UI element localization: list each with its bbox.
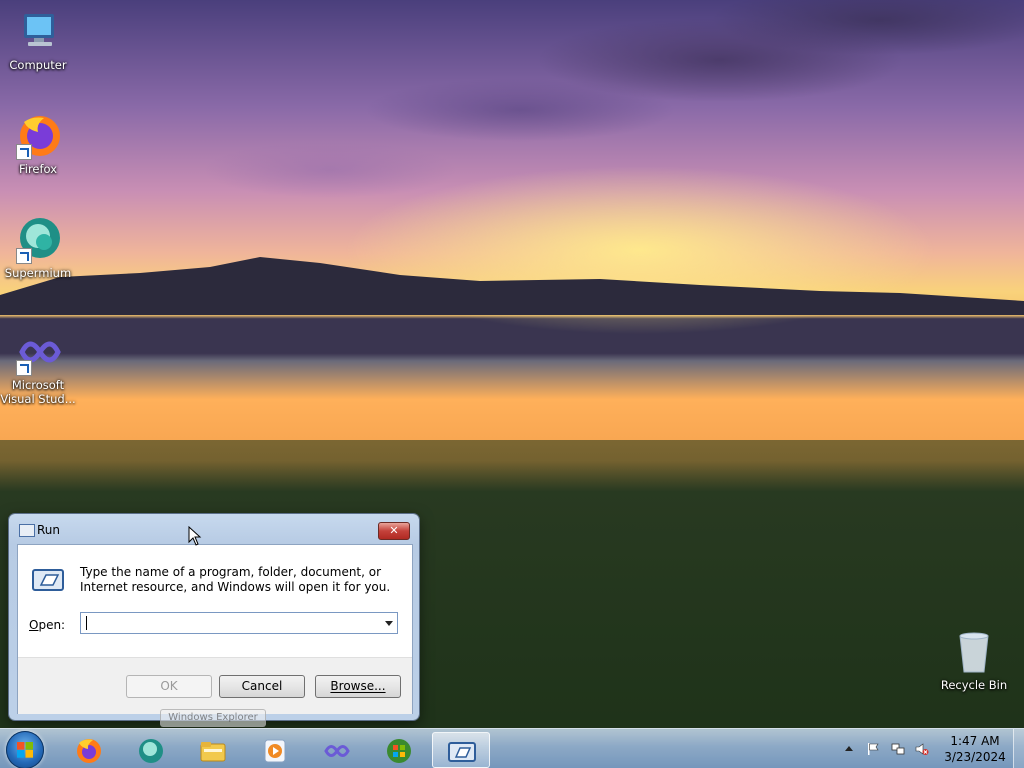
desktop-icon-label: Supermium <box>4 266 72 280</box>
run-dialog: Run ✕ Type the name of a program, folder… <box>9 514 419 720</box>
desktop-icon-supermium[interactable]: Supermium <box>0 216 76 280</box>
shortcut-arrow-icon <box>16 360 32 376</box>
open-label: Open: <box>29 618 65 632</box>
recycle-bin-icon <box>950 630 998 676</box>
desktop-icon-label: Recycle Bin <box>940 678 1008 692</box>
mouse-cursor-icon <box>188 526 202 546</box>
computer-icon <box>14 8 62 56</box>
folder-icon <box>200 742 226 762</box>
run-icon <box>32 567 64 593</box>
taskbar-explorer[interactable] <box>184 732 242 768</box>
desktop-icon-computer[interactable]: Computer <box>0 8 76 72</box>
desktop-icon-recycle-bin[interactable]: Recycle Bin <box>936 630 1012 692</box>
windows-logo-icon <box>387 739 411 763</box>
browse-label: Browse... <box>330 679 386 693</box>
ok-button[interactable]: OK <box>126 675 212 698</box>
taskbar-firefox[interactable] <box>60 732 118 768</box>
browse-button[interactable]: Browse... <box>315 675 401 698</box>
run-icon <box>19 524 35 537</box>
supermium-icon <box>139 739 163 763</box>
action-center-flag-icon[interactable] <box>866 742 880 756</box>
desktop-icon-firefox[interactable]: Firefox <box>0 112 76 176</box>
start-button[interactable] <box>6 731 44 768</box>
clock[interactable]: 1:47 AM 3/23/2024 <box>940 733 1010 765</box>
dialog-title: Run <box>37 523 61 537</box>
cancel-button[interactable]: Cancel <box>219 675 305 698</box>
taskbar-supermium[interactable] <box>122 732 180 768</box>
taskbar: 1:47 AM 3/23/2024 <box>0 728 1024 768</box>
visual-studio-icon <box>324 745 350 757</box>
chevron-down-icon[interactable] <box>385 621 393 626</box>
show-hidden-icons-button[interactable] <box>845 746 853 751</box>
run-icon <box>448 742 476 762</box>
wallpaper-mountains <box>0 257 1024 315</box>
visual-studio-icon <box>14 328 62 376</box>
desktop-icon-label-line2: Visual Stud... <box>0 392 76 406</box>
ghost-tooltip: Windows Explorer <box>160 709 266 727</box>
taskbar-run[interactable] <box>432 732 490 768</box>
taskbar-visual-studio[interactable] <box>308 732 366 768</box>
text-caret <box>86 616 87 630</box>
taskbar-media-player[interactable] <box>246 732 304 768</box>
desktop-icon-visual-studio[interactable]: Microsoft Visual Stud... <box>0 328 76 406</box>
clock-date: 3/23/2024 <box>944 750 1006 764</box>
taskbar-windows-update[interactable] <box>370 732 428 768</box>
shortcut-arrow-icon <box>16 144 32 160</box>
network-icon[interactable] <box>891 742 905 756</box>
dialog-description: Type the name of a program, folder, docu… <box>80 565 391 594</box>
open-combobox[interactable] <box>80 612 398 634</box>
firefox-icon <box>14 112 62 160</box>
firefox-icon <box>77 739 101 763</box>
shortcut-arrow-icon <box>16 248 32 264</box>
supermium-icon <box>14 216 62 264</box>
dialog-body: Type the name of a program, folder, docu… <box>17 544 413 714</box>
close-button[interactable]: ✕ <box>378 522 410 540</box>
desktop-icon-label: Firefox <box>18 162 58 176</box>
desktop-icon-label: Computer <box>9 58 67 72</box>
show-desktop-button[interactable] <box>1013 729 1024 768</box>
desktop-icon-label-line1: Microsoft <box>11 378 65 392</box>
clock-time: 1:47 AM <box>950 734 1000 748</box>
open-label-text: pen: <box>38 618 66 632</box>
media-player-icon <box>264 739 286 763</box>
volume-muted-icon[interactable] <box>915 742 929 756</box>
